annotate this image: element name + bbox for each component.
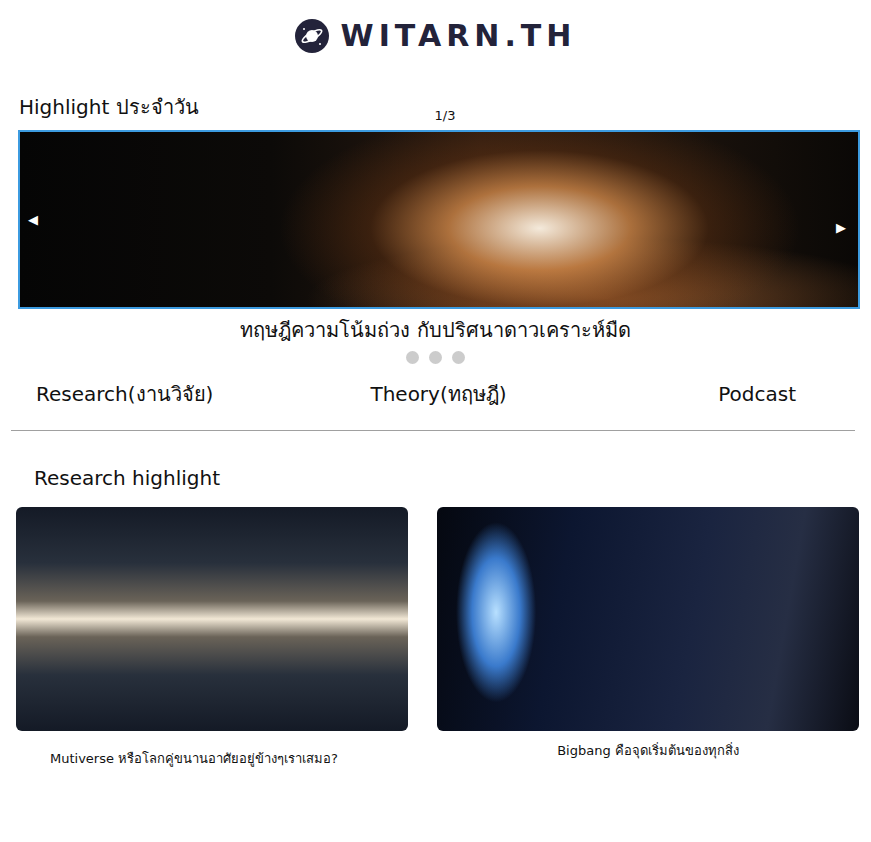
nav-item[interactable]: Theory(ทฤษฎี): [370, 381, 506, 407]
highlight-title: Highlight ประจำวัน: [19, 94, 435, 130]
card-caption: Mutiverse หรือโลกคู่ขนานอาศัยอยู่ข้างๆเร…: [16, 751, 408, 767]
planet-logo-icon: [295, 19, 329, 53]
research-card[interactable]: Mutiverse หรือโลกคู่ขนานอาศัยอยู่ข้างๆเร…: [16, 507, 408, 767]
nav-item[interactable]: Podcast: [718, 381, 841, 407]
carousel-dot[interactable]: [406, 351, 419, 364]
prev-button[interactable]: ◀: [28, 212, 38, 228]
highlight-carousel[interactable]: ◀▶: [18, 130, 860, 309]
nav-item[interactable]: Research(งานวิจัย): [36, 381, 213, 407]
research-header: Research highlight: [0, 465, 871, 491]
highlight-header: Highlight ประจำวัน1/3: [0, 94, 871, 130]
card-caption: Bigbang คือจุดเริ่มต้นของทุกสิ่ง: [437, 743, 859, 759]
slide-counter: 1/3: [435, 108, 456, 130]
carousel-dots: [0, 351, 871, 364]
page: WITARN.THHighlight ประจำวัน1/3◀▶ทฤษฎีควา…: [0, 0, 871, 842]
research-card[interactable]: Bigbang คือจุดเริ่มต้นของทุกสิ่ง: [437, 507, 859, 767]
divider: [11, 430, 855, 431]
card-image: [437, 507, 859, 731]
logo[interactable]: WITARN.TH: [341, 18, 577, 54]
carousel-dot[interactable]: [452, 351, 465, 364]
slide-caption: ทฤษฎีความโน้มถ่วง กับปริศนาดาวเคราะห์มืด: [0, 317, 871, 343]
carousel-dot[interactable]: [429, 351, 442, 364]
research-title: Research highlight: [0, 465, 871, 491]
header: WITARN.TH: [0, 0, 871, 54]
research-cards: Mutiverse หรือโลกคู่ขนานอาศัยอยู่ข้างๆเร…: [0, 507, 871, 767]
category-nav: Research(งานวิจัย) Theory(ทฤษฎี) Podcast: [0, 381, 871, 407]
card-image: [16, 507, 408, 731]
next-button[interactable]: ▶: [836, 220, 846, 236]
